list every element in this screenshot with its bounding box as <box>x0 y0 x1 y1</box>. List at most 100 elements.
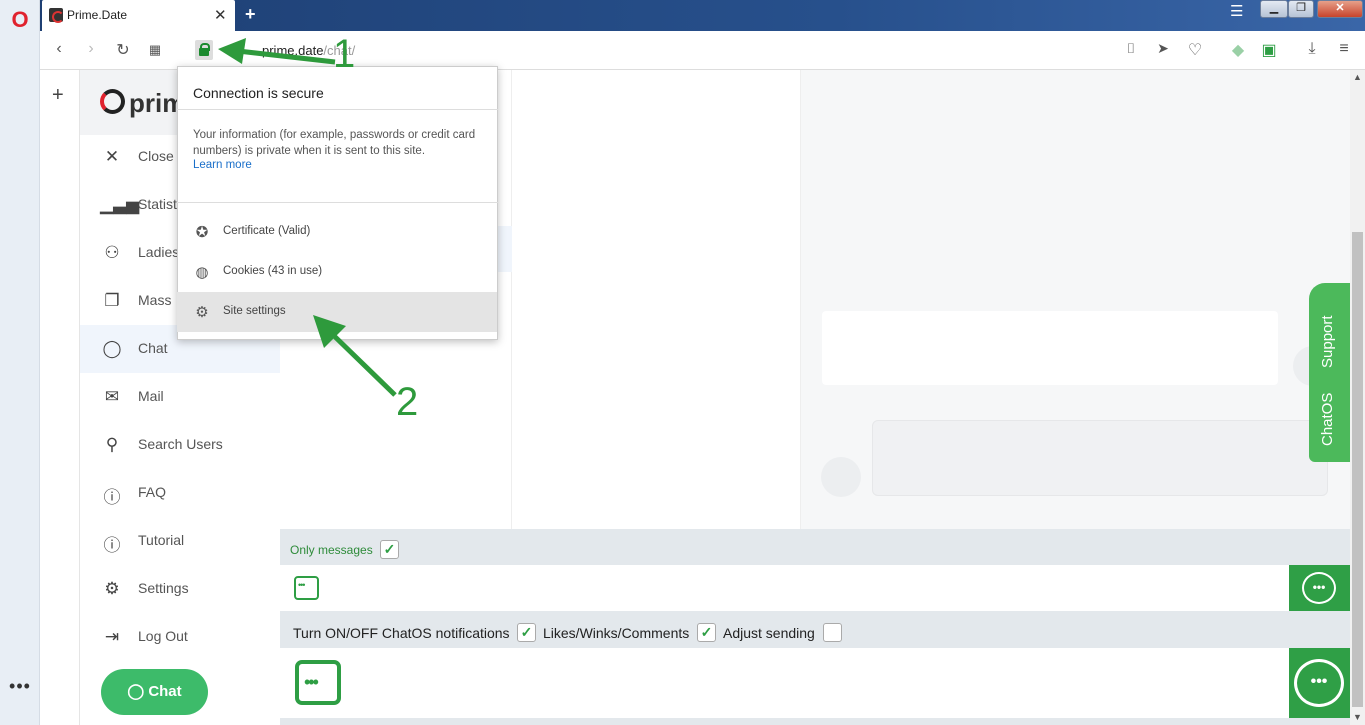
scroll-down-icon[interactable]: ▼ <box>1353 712 1362 722</box>
reload-icon[interactable]: ↻ <box>113 40 133 60</box>
search-icon: ⚲ <box>105 435 119 454</box>
maximize-button[interactable]: ❐ <box>1288 0 1314 18</box>
nav-label: FAQ <box>138 484 167 500</box>
likes-checkbox[interactable]: ✓ <box>697 623 716 642</box>
nav-faq[interactable]: ⓘ FAQ <box>80 469 280 517</box>
minimize-button[interactable]: ▁ <box>1260 0 1288 18</box>
nav-label: Statist <box>138 196 177 212</box>
nav-label: Search Users <box>138 436 223 452</box>
site-logo[interactable]: prim <box>100 88 185 119</box>
extension-cube-icon[interactable]: ◆ <box>1228 40 1248 60</box>
chatos-panel-small <box>280 565 1289 611</box>
nav-search-users[interactable]: ⚲ Search Users <box>80 421 280 469</box>
tabs-grid-icon[interactable]: ▦ <box>145 42 165 58</box>
nav-tutorial[interactable]: ⓘ Tutorial <box>80 517 280 565</box>
tab-title: Prime.Date <box>67 8 128 22</box>
easy-setup-icon[interactable]: ≡ <box>1334 40 1354 58</box>
nav-logout[interactable]: ⇥ Log Out <box>80 613 280 661</box>
more-options-icon[interactable]: ••• <box>8 676 32 697</box>
nav-label: Ladies <box>138 244 180 260</box>
add-icon[interactable]: + <box>52 84 64 107</box>
avatar <box>821 457 861 497</box>
back-icon[interactable]: ‹ <box>49 40 69 58</box>
scrollbar-thumb[interactable] <box>1352 232 1363 707</box>
chatos-label: ChatOS <box>1319 392 1336 446</box>
opera-logo-icon[interactable]: O <box>8 8 32 32</box>
chat-pill-label: Chat <box>148 683 182 700</box>
chatos-open-button-large[interactable]: ••• <box>1289 648 1350 718</box>
lock-icon[interactable] <box>195 40 213 60</box>
nav-settings[interactable]: ⚙ Settings <box>80 565 280 613</box>
chatos-logo-icon <box>295 660 341 705</box>
copy-icon: ❐ <box>104 291 120 310</box>
chatos-open-button[interactable]: ••• <box>1289 565 1350 611</box>
opera-sidebar <box>0 0 40 725</box>
site-settings-item[interactable]: ⚙ Site settings <box>177 292 497 332</box>
mail-icon: ✉ <box>104 387 120 406</box>
certificate-item[interactable]: ✪ Certificate (Valid) <box>177 212 497 252</box>
adjust-checkbox[interactable] <box>823 623 842 642</box>
new-tab-icon[interactable]: + <box>245 4 256 25</box>
send-icon[interactable]: ➤ <box>1153 40 1173 57</box>
popup-title: Connection is secure <box>193 85 324 101</box>
cookies-label: Cookies (43 in use) <box>223 265 323 277</box>
nav-label: Close <box>138 148 174 164</box>
forward-icon[interactable]: › <box>81 40 101 58</box>
nav-mail[interactable]: ✉ Mail <box>80 373 280 421</box>
bar-chart-icon: ▁▃▅ <box>100 195 140 214</box>
likes-label: Likes/Winks/Comments <box>543 625 690 641</box>
window-menu-icon[interactable]: ☰ <box>1230 2 1243 20</box>
url-host: prime.date <box>262 43 324 58</box>
annotation-number-1: 1 <box>333 32 356 76</box>
close-icon: ✕ <box>104 147 120 166</box>
only-messages-label: Only messages <box>290 543 373 557</box>
cookies-item[interactable]: ◍ Cookies (43 in use) <box>177 252 497 292</box>
nav-label: Log Out <box>138 628 188 644</box>
users-icon: ⚇ <box>104 243 120 262</box>
info-icon: ⓘ <box>103 488 121 507</box>
nav-label: Mail <box>138 388 164 404</box>
certificate-icon: ✪ <box>195 224 209 241</box>
nav-label: Mass <box>138 292 172 308</box>
info-icon: ⓘ <box>103 536 121 555</box>
nav-label: Chat <box>138 340 168 356</box>
popup-description: Your information (for example, passwords… <box>193 129 476 157</box>
download-icon[interactable]: ⤓ <box>1302 40 1322 58</box>
gear-icon: ⚙ <box>195 304 209 321</box>
divider <box>177 202 498 203</box>
tab-close-icon[interactable]: ✕ <box>214 6 227 24</box>
chatos-panel-large <box>280 648 1289 718</box>
message-bubble <box>872 420 1328 496</box>
page-side-column <box>40 70 80 725</box>
chat-pill-button[interactable]: ◯ Chat <box>101 669 208 715</box>
selected-list-item[interactable] <box>497 226 512 272</box>
heart-icon[interactable]: ♡ <box>1185 40 1205 60</box>
chat-dots-icon: ••• <box>1294 659 1344 707</box>
site-settings-label: Site settings <box>223 305 286 317</box>
adjust-label: Adjust sending <box>723 625 815 641</box>
chat-dots-icon: ••• <box>1302 572 1336 604</box>
chatos-extension-icon[interactable]: ▣ <box>1259 40 1279 60</box>
logout-icon: ⇥ <box>104 627 120 646</box>
support-label: Support <box>1319 315 1336 368</box>
certificate-label: Certificate (Valid) <box>223 225 311 237</box>
favicon-icon <box>49 8 64 23</box>
nav-label: Tutorial <box>138 532 185 548</box>
tab-bar <box>40 0 1365 31</box>
divider <box>177 109 498 110</box>
only-messages-checkbox[interactable]: ✓ <box>380 540 399 559</box>
support-tab[interactable]: Support ChatOS <box>1309 283 1350 462</box>
notifications-checkbox[interactable]: ✓ <box>517 623 536 642</box>
chat-bubble-icon: ◯ <box>102 339 122 358</box>
window-close-button[interactable]: ✕ <box>1317 0 1363 18</box>
chatos-logo-icon <box>294 576 319 600</box>
scroll-up-icon[interactable]: ▲ <box>1353 72 1362 82</box>
gear-icon: ⚙ <box>104 579 120 598</box>
chat-middle-column <box>512 70 801 529</box>
annotation-number-2: 2 <box>396 380 419 424</box>
camera-icon[interactable]: ⌷ <box>1121 40 1141 57</box>
learn-more-link[interactable]: Learn more <box>193 159 252 171</box>
nav-label: Settings <box>138 580 189 596</box>
cookie-icon: ◍ <box>195 264 209 281</box>
notifications-label: Turn ON/OFF ChatOS notifications <box>293 625 510 641</box>
